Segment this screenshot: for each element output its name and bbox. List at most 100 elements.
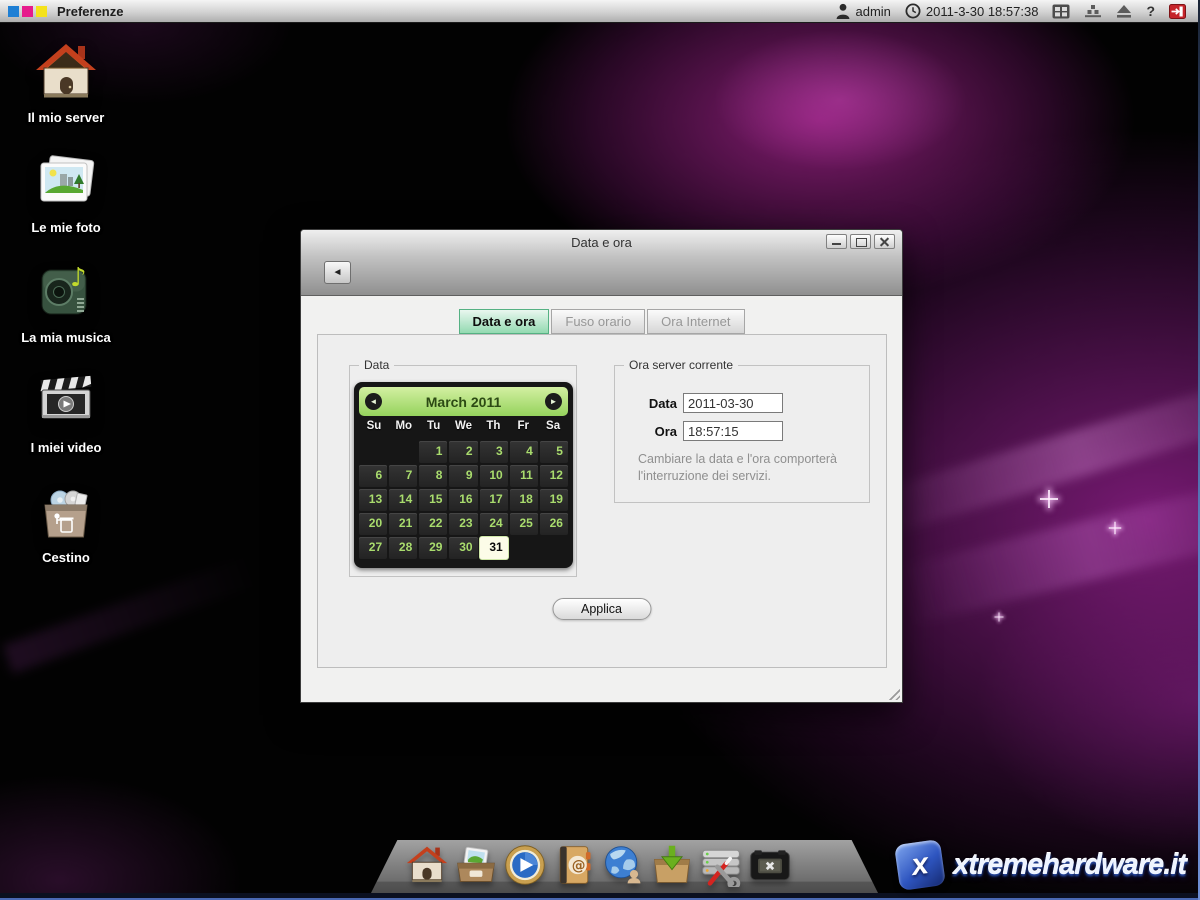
calendar-empty-cell	[510, 537, 538, 559]
disk-utility-icon	[699, 843, 743, 887]
desktop-item-trash[interactable]: Cestino	[0, 480, 132, 565]
tab-data-e-ora[interactable]: Data e ora	[459, 309, 550, 334]
menubar: Preferenze admin 2011-3-30 18:57:38 ?	[0, 0, 1200, 23]
time-field-label: Ora	[615, 424, 677, 439]
calendar-day[interactable]: 1	[419, 441, 447, 463]
calendar-day[interactable]: 6	[359, 465, 387, 487]
desktop-item-label: Cestino	[0, 550, 132, 565]
user-menu[interactable]: admin	[836, 3, 890, 19]
time-field[interactable]	[683, 421, 783, 441]
desktop-item-label: Il mio server	[0, 110, 132, 125]
calendar-day[interactable]: 3	[480, 441, 508, 463]
calendar-day[interactable]: 31	[480, 537, 508, 559]
maximize-icon[interactable]	[850, 234, 871, 249]
dock-item-home[interactable]	[404, 842, 450, 888]
calendar-day-header: Th	[478, 420, 508, 439]
calendar-day[interactable]: 17	[480, 489, 508, 511]
calendar-empty-cell	[359, 441, 387, 463]
calendar-day[interactable]: 27	[359, 537, 387, 559]
dock-item-media-player[interactable]	[502, 842, 548, 888]
calendar-day[interactable]: 16	[449, 489, 477, 511]
logo-square-magenta	[22, 6, 33, 17]
sparkle-star	[1109, 522, 1122, 535]
desktop-item-label: I miei video	[0, 440, 132, 455]
calendar-day[interactable]: 19	[540, 489, 568, 511]
dock-item-network[interactable]	[600, 842, 646, 888]
calendar-day[interactable]: 4	[510, 441, 538, 463]
dock-item-photos[interactable]	[453, 842, 499, 888]
calendar-day[interactable]: 10	[480, 465, 508, 487]
calendar-day[interactable]: 15	[419, 489, 447, 511]
close-icon[interactable]	[874, 234, 895, 249]
calendar-day[interactable]: 12	[540, 465, 568, 487]
logo-square-blue	[8, 6, 19, 17]
desktop-item-server[interactable]: Il mio server	[0, 40, 132, 125]
svg-text:@: @	[572, 858, 586, 874]
toolbox-icon	[748, 843, 792, 887]
tab-fuso-orario[interactable]: Fuso orario	[551, 309, 645, 334]
window-content: Data e ora Fuso orario Ora Internet Data…	[301, 296, 902, 702]
dock: @	[404, 842, 793, 888]
calendar-day[interactable]: 24	[480, 513, 508, 535]
trash-icon	[34, 480, 98, 544]
desktop-item-videos[interactable]: I miei video	[0, 370, 132, 455]
grid-icon[interactable]	[1052, 4, 1070, 19]
media-player-icon	[503, 843, 547, 887]
calendar-day[interactable]: 13	[359, 489, 387, 511]
calendar-day[interactable]: 5	[540, 441, 568, 463]
calendar-day[interactable]: 2	[449, 441, 477, 463]
desktop-item-photos[interactable]: Le mie foto	[0, 150, 132, 235]
nebula-streak	[3, 556, 258, 673]
calendar-day[interactable]: 23	[449, 513, 477, 535]
calendar-day[interactable]: 7	[389, 465, 417, 487]
date-time-window: Data e ora ◄ Data e ora Fuso orario Ora …	[300, 229, 903, 703]
calendar-day[interactable]: 8	[419, 465, 447, 487]
clock-display: 2011-3-30 18:57:38	[905, 3, 1039, 19]
dock-item-downloads[interactable]	[649, 842, 695, 888]
clock-icon	[905, 3, 921, 19]
calendar-day[interactable]: 30	[449, 537, 477, 559]
calendar-grid: 1234567891011121314151617181920212223242…	[359, 441, 568, 559]
calendar-day-header: Su	[359, 420, 389, 439]
tab-ora-internet[interactable]: Ora Internet	[647, 309, 744, 334]
dock-item-contacts[interactable]: @	[551, 842, 597, 888]
window-header[interactable]: Data e ora ◄	[301, 230, 902, 296]
back-button[interactable]: ◄	[324, 261, 351, 284]
calendar-day[interactable]: 28	[389, 537, 417, 559]
calendar-next-icon[interactable]: ►	[545, 393, 562, 410]
desktop-item-music[interactable]: ♪ La mia musica	[0, 260, 132, 345]
logout-icon[interactable]	[1169, 4, 1186, 19]
calendar-day[interactable]: 11	[510, 465, 538, 487]
dock-item-disk-utility[interactable]	[698, 842, 744, 888]
calendar-day[interactable]: 18	[510, 489, 538, 511]
dock-item-toolbox[interactable]	[747, 842, 793, 888]
date-group-label: Data	[359, 358, 394, 372]
home-icon	[405, 843, 449, 887]
brand-logo	[8, 6, 47, 17]
calendar-day[interactable]: 29	[419, 537, 447, 559]
eject-icon[interactable]	[1116, 5, 1132, 18]
calendar-day[interactable]: 25	[510, 513, 538, 535]
desktop-item-label: Le mie foto	[0, 220, 132, 235]
screen-bottom-edge	[0, 893, 1200, 900]
calendar-day[interactable]: 26	[540, 513, 568, 535]
calendar-prev-icon[interactable]: ◄	[365, 393, 382, 410]
apply-button[interactable]: Applica	[552, 598, 651, 620]
calendar: ◄ March 2011 ► SuMoTuWeThFrSa 1234567891…	[354, 382, 573, 568]
calendar-day[interactable]: 9	[449, 465, 477, 487]
date-field[interactable]	[683, 393, 783, 413]
photos-icon	[34, 150, 98, 214]
date-field-label: Data	[615, 396, 677, 411]
calendar-day-header: We	[449, 420, 479, 439]
calendar-day[interactable]: 22	[419, 513, 447, 535]
minimize-icon[interactable]	[826, 234, 847, 249]
calendar-day-headers: SuMoTuWeThFrSa	[359, 420, 568, 439]
calendar-day[interactable]: 21	[389, 513, 417, 535]
calendar-day[interactable]: 20	[359, 513, 387, 535]
widgets-icon[interactable]	[1084, 4, 1102, 18]
menubar-title: Preferenze	[57, 4, 123, 19]
calendar-day[interactable]: 14	[389, 489, 417, 511]
window-title: Data e ora	[301, 235, 902, 250]
server-time-groupbox: Ora server corrente Data Ora Cambiare la…	[614, 365, 870, 503]
help-icon[interactable]: ?	[1146, 3, 1155, 19]
